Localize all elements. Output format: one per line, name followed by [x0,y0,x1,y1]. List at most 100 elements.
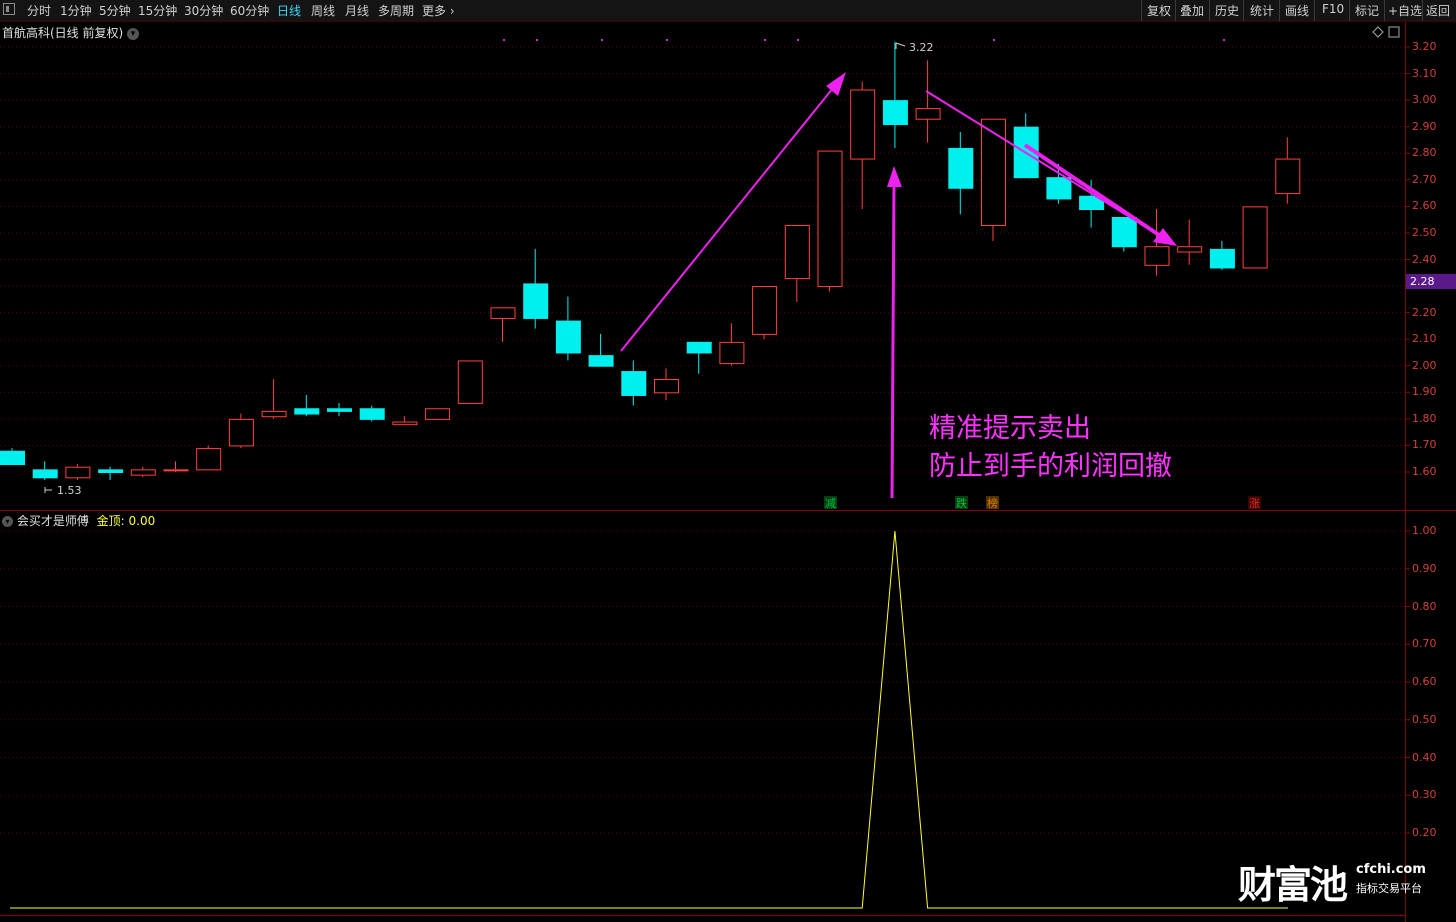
dropdown-icon[interactable]: ▾ [127,27,140,40]
candle-down [1046,177,1072,200]
candle-up [981,118,1006,226]
high-label-group: 3.22 [895,41,934,54]
low-label-group: 1.53 [44,484,82,497]
price-axis-label: 1.80 [1412,411,1437,425]
candle-down [1111,217,1137,248]
rise-arrow-shaft [620,87,834,352]
candle-down [588,355,614,367]
price-axis-label: 3.10 [1412,66,1437,80]
marker-dot [666,39,668,41]
candle-down [555,320,581,354]
candle-down [523,283,549,319]
stock-title: 首航高科(日线 前复权) ▾ [2,24,140,41]
candle-down [294,408,320,415]
candle-up [1242,206,1268,269]
indicator-toggle-icon[interactable]: ▾ [2,516,13,527]
candle-up [1144,246,1170,266]
indicator-axis-label: 0.70 [1412,637,1437,651]
marker-dot [503,39,505,41]
price-axis-label: 2.40 [1412,252,1437,266]
signal-jian: 减 [825,497,836,510]
candle-up [915,108,941,120]
price-axis-label: 3.00 [1412,93,1437,107]
signal-zhang: 涨 [1249,497,1260,510]
indicator-series-value: 0.00 [128,514,156,528]
candle-down [0,450,25,466]
sell-arrow-shaft [890,184,896,499]
price-axis-label: 1.60 [1412,465,1437,478]
signal-bang: 榜 [987,496,998,510]
candle-down [686,341,712,354]
indicator-axis-label: 0.30 [1412,788,1437,802]
price-axis-label: 2.90 [1412,119,1437,133]
indicator-grid [0,530,1410,834]
annotation-line2: 防止到手的利润回撤 [929,451,1172,482]
fall-arrow-shaft-bold [1023,143,1164,239]
price-axis-label: 1.90 [1412,385,1437,399]
diamond-icon[interactable] [1372,26,1384,38]
current-price-badge: 2.28 [1406,274,1456,289]
candle-up [392,421,418,426]
candle-down [32,469,58,479]
candle-up [719,341,745,365]
annotation-line1: 精准提示卖出 [929,413,1091,444]
signal-die: 跌 [956,496,967,510]
indicator-name: 会买才是师傅 [16,514,89,528]
marker-dot [797,39,799,41]
candle-down [882,100,908,126]
candle-down [1209,248,1235,269]
indicator-series-label: 金顶: [96,514,125,528]
annotation-text: 精准提示卖出 防止到手的利润回撤 [929,410,1172,486]
watermark-tagline: 指标交易平台 [1356,882,1422,895]
marker-dot [536,39,538,41]
candle-up [490,307,516,319]
price-axis-label: 2.70 [1412,172,1437,186]
marker-dot [764,39,766,41]
candle-down [327,408,352,412]
price-axis-label: 1.70 [1412,438,1437,452]
watermark: 财富池 cfchi.com 指标交易平台 [1238,854,1426,909]
candle-down [98,469,124,473]
candle-up [784,224,810,280]
panel-controls [1372,26,1400,38]
price-axis-label: 2.80 [1412,146,1437,160]
low-price-label: 1.53 [57,484,82,497]
candle-up [1275,158,1301,195]
stock-name-period: 首航高科(日线 前复权) [2,26,124,40]
high-pointer-icon [895,42,906,49]
indicator-axis-label: 0.80 [1412,599,1437,613]
marker-dot [993,39,995,41]
indicator-title: ▾ 会买才是师傅 金顶: 0.00 [2,512,155,529]
maximize-icon[interactable] [1388,26,1400,38]
price-axis-label: 3.20 [1412,40,1437,53]
candle-down [359,408,385,420]
price-axis-label: 2.10 [1412,332,1437,346]
candle-up [457,360,483,404]
candle-up [65,466,91,479]
candle-up [654,379,679,394]
top-marker-dots [503,39,1225,41]
watermark-site: cfchi.com [1356,862,1426,877]
signal-tags: 减 跌 榜 涨 [824,496,1261,510]
high-price-label: 3.22 [909,41,934,54]
candle-up [850,89,876,160]
indicator-axis-label: 1.00 [1412,524,1437,537]
marker-dot [601,39,603,41]
price-axis-label: 2.50 [1412,225,1437,239]
kline-chart[interactable]: 3.22 1.53 减 跌 榜 涨 [0,0,1456,922]
candle-down [621,371,647,396]
price-axis-label: 2.60 [1412,199,1437,213]
price-axis-label: 2.00 [1412,358,1437,372]
sell-arrow-head-icon [887,166,902,187]
candle-up [261,410,287,418]
candle-up [817,150,843,288]
price-axis-label: 2.20 [1412,305,1437,319]
candle-up [163,469,189,472]
candle-up [752,286,778,335]
price-grid [0,46,1410,473]
candle-up [228,418,254,447]
low-pointer-icon [44,487,52,493]
candle-up [196,448,222,471]
candle-down [948,147,974,189]
indicator-axis-label: 0.20 [1412,826,1437,839]
